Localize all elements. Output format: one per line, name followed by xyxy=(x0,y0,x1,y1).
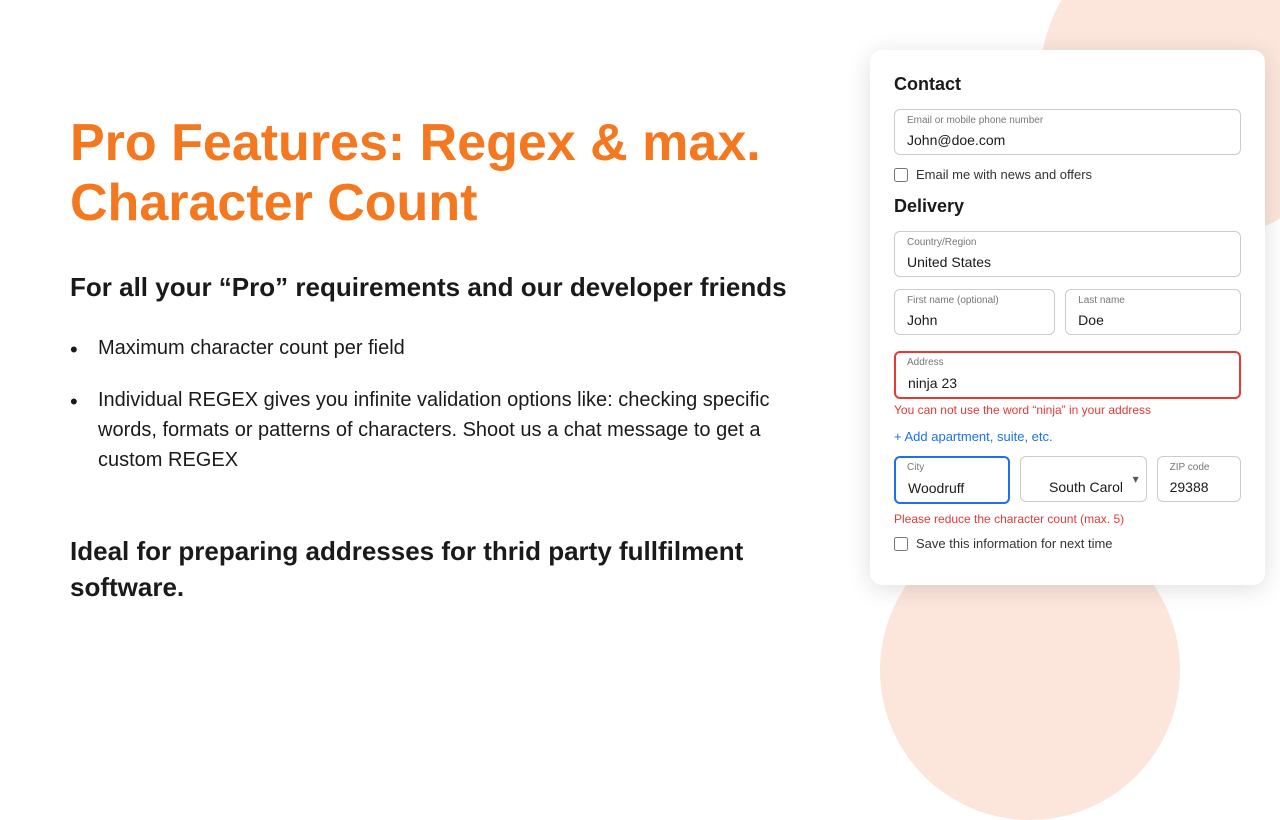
first-name-group: First name (optional) xyxy=(894,289,1055,335)
zip-group: ZIP code xyxy=(1157,456,1241,504)
address-group: Address You can not use the word “ninja”… xyxy=(894,351,1241,417)
email-input[interactable] xyxy=(894,109,1241,155)
state-select[interactable]: South Carolina xyxy=(1020,456,1147,502)
email-checkbox[interactable] xyxy=(894,168,908,182)
email-group: Email or mobile phone number xyxy=(894,109,1241,155)
save-checkbox-label: Save this information for next time xyxy=(916,536,1113,551)
last-name-input[interactable] xyxy=(1065,289,1241,335)
contact-section-title: Contact xyxy=(894,74,1241,95)
subtitle: For all your “Pro” requirements and our … xyxy=(70,270,800,305)
name-row: First name (optional) Last name xyxy=(894,289,1241,347)
email-checkbox-label: Email me with news and offers xyxy=(916,167,1092,182)
state-select-wrapper: South Carolina xyxy=(1020,456,1147,502)
bullet-item-1: Maximum character count per field xyxy=(70,333,800,363)
address-error: You can not use the word “ninja” in your… xyxy=(894,403,1241,417)
footer-text: Ideal for preparing addresses for thrid … xyxy=(70,533,800,606)
left-panel: Pro Features: Regex & max. Character Cou… xyxy=(0,0,870,720)
zip-input[interactable] xyxy=(1157,456,1241,502)
bullet-item-2: Individual REGEX gives you infinite vali… xyxy=(70,385,800,475)
country-group: Country/Region xyxy=(894,231,1241,277)
city-error: Please reduce the character count (max. … xyxy=(894,512,1241,526)
country-input[interactable] xyxy=(894,231,1241,277)
save-checkbox[interactable] xyxy=(894,537,908,551)
delivery-section-title: Delivery xyxy=(894,196,1241,217)
address-input[interactable] xyxy=(894,351,1241,399)
right-panel: Contact Email or mobile phone number Ema… xyxy=(870,0,1280,720)
form-card: Contact Email or mobile phone number Ema… xyxy=(870,50,1265,585)
last-name-group: Last name xyxy=(1065,289,1241,335)
add-apartment-link[interactable]: + Add apartment, suite, etc. xyxy=(894,429,1241,444)
city-state-zip-row: City State South Carolina ZIP code xyxy=(894,456,1241,516)
state-group: State South Carolina xyxy=(1020,456,1147,504)
city-input[interactable] xyxy=(894,456,1010,504)
city-group: City xyxy=(894,456,1010,504)
save-checkbox-row: Save this information for next time xyxy=(894,536,1241,551)
first-name-input[interactable] xyxy=(894,289,1055,335)
main-title: Pro Features: Regex & max. Character Cou… xyxy=(70,114,800,234)
bullet-list: Maximum character count per field Indivi… xyxy=(70,333,800,497)
email-checkbox-row: Email me with news and offers xyxy=(894,167,1241,182)
